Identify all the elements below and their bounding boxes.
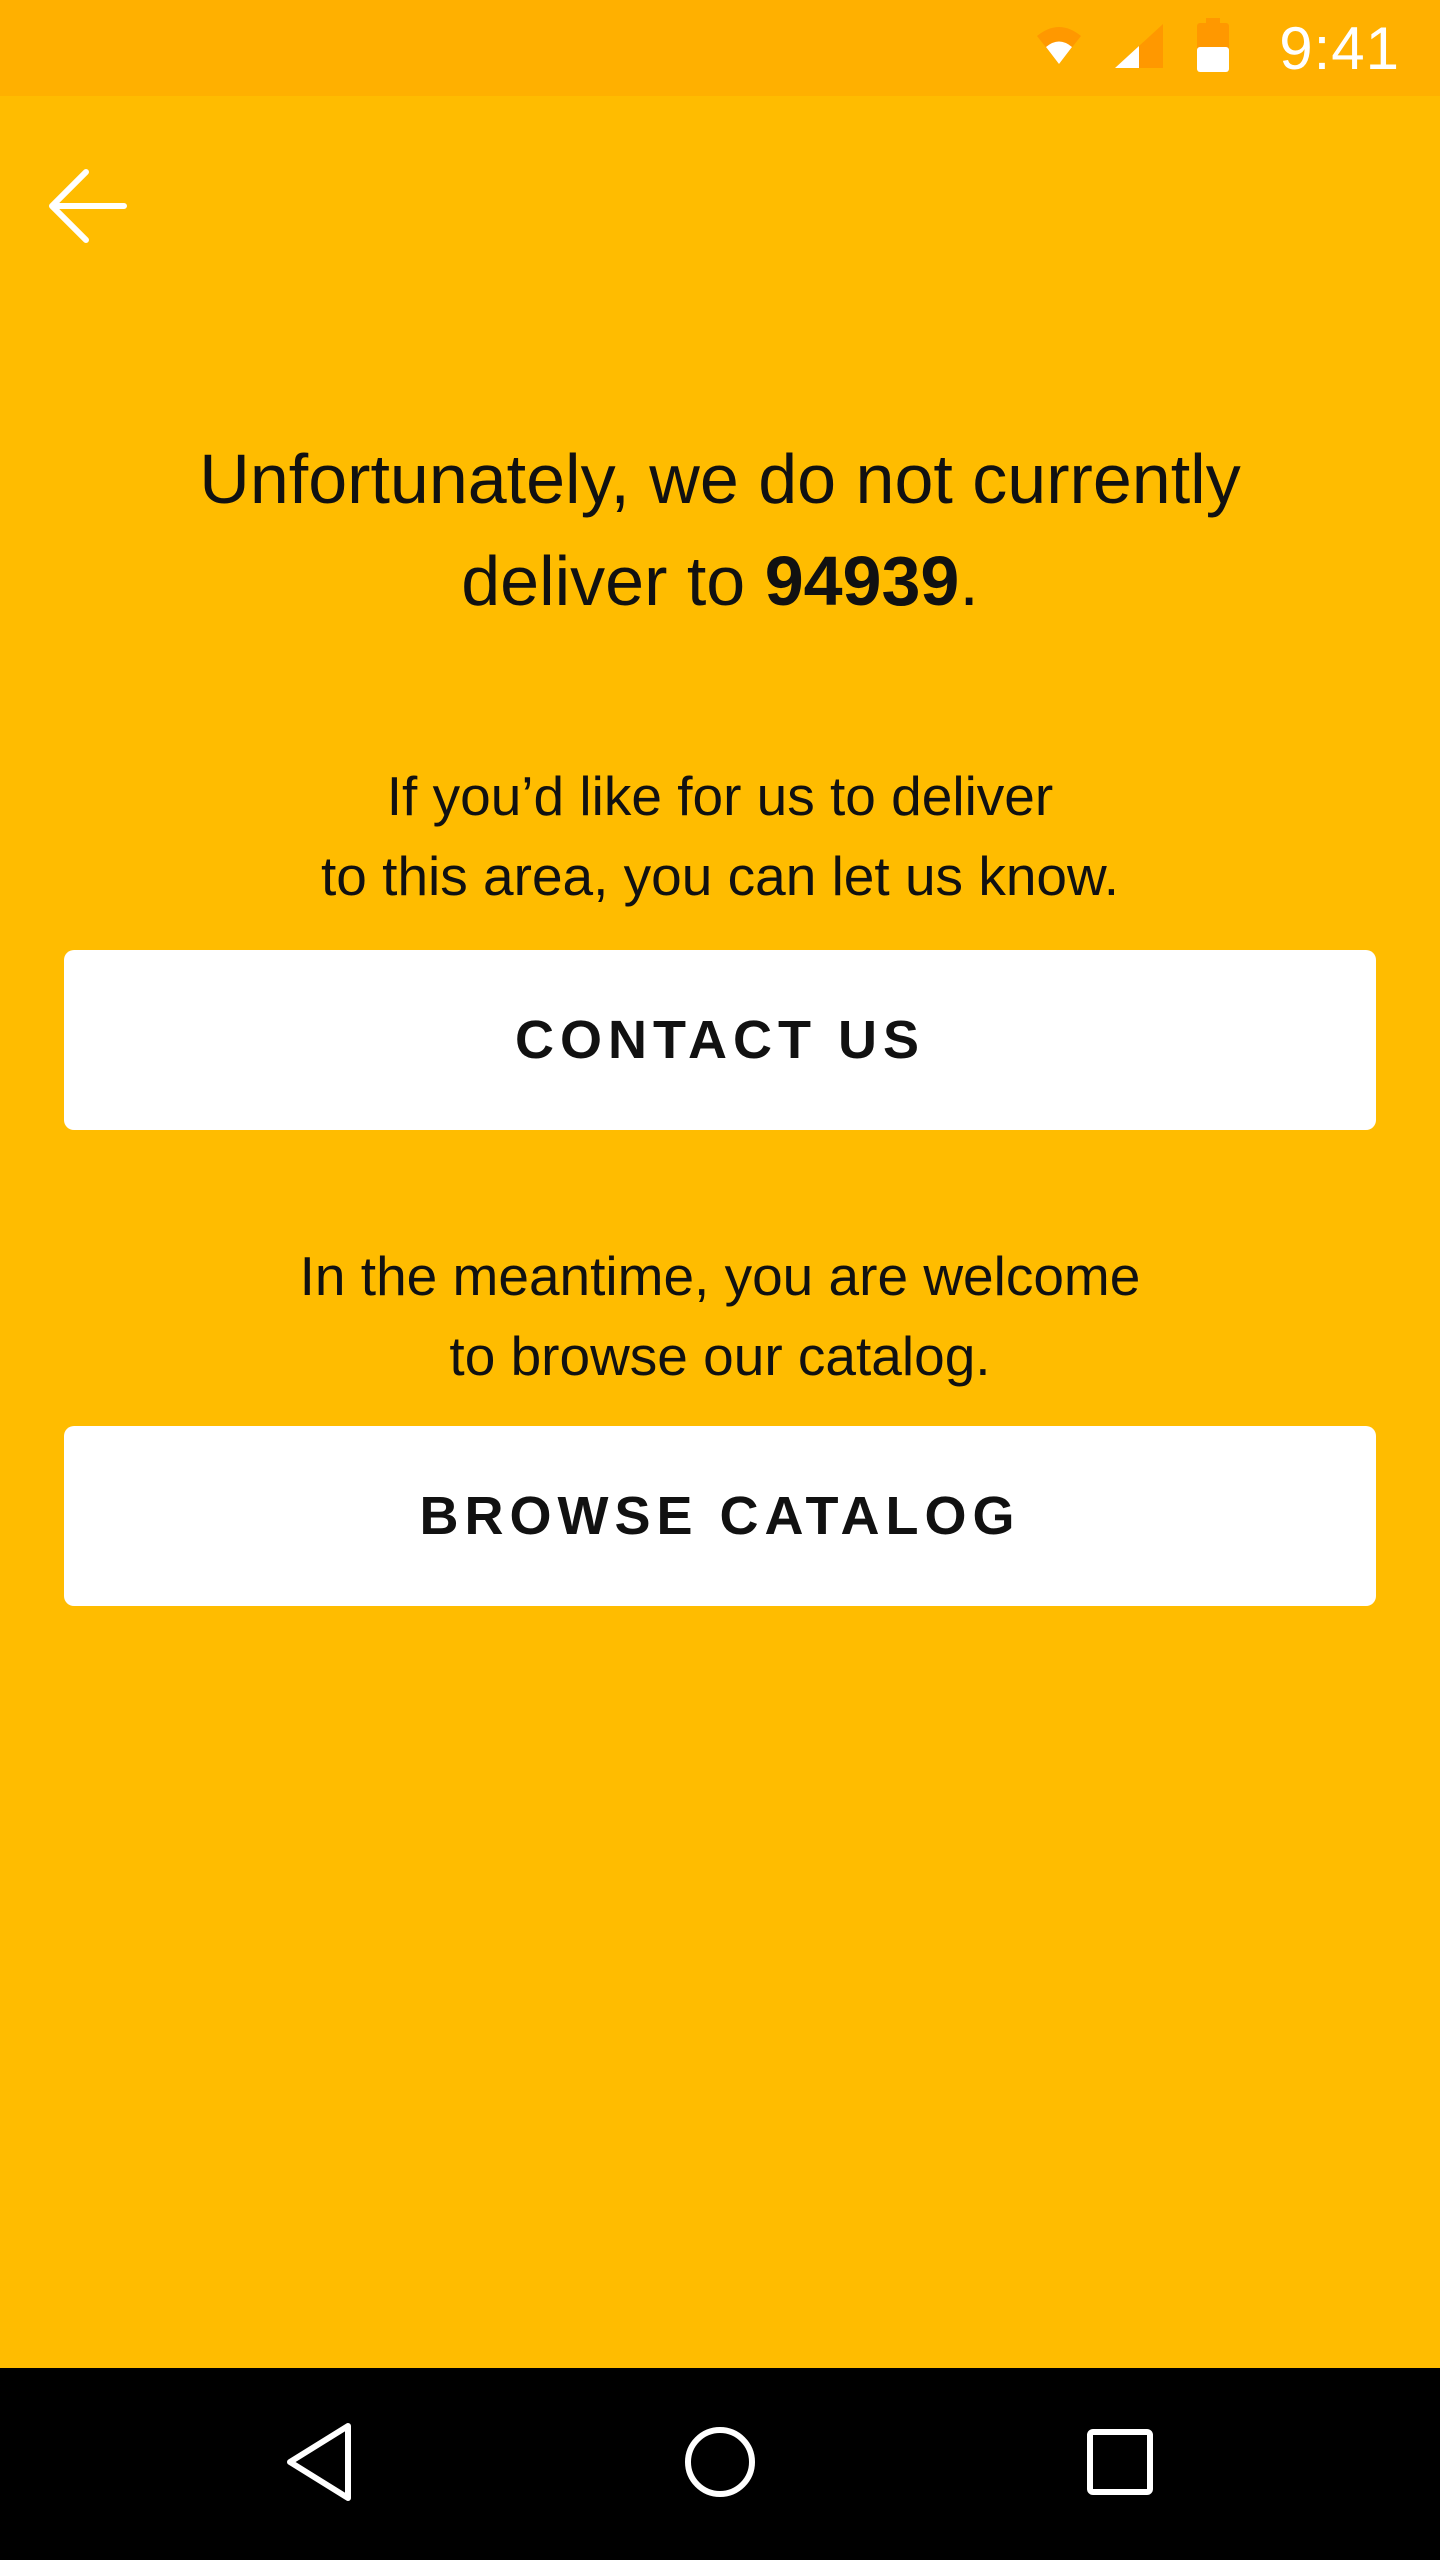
system-nav-bar	[0, 2368, 1440, 2560]
back-button[interactable]	[32, 152, 144, 264]
status-bar: 9:41	[0, 0, 1440, 96]
recent-apps-square-icon	[1084, 2426, 1156, 2503]
arrow-left-icon	[46, 164, 130, 253]
browse-prompt: In the meantime, you are welcome to brow…	[160, 1236, 1280, 1396]
headline-period: .	[959, 542, 979, 620]
nav-home-button[interactable]	[640, 2368, 800, 2560]
nav-back-button[interactable]	[240, 2368, 400, 2560]
zip-code: 94939	[764, 542, 960, 620]
contact-us-button[interactable]: CONTACT US	[64, 950, 1376, 1130]
wifi-icon	[1035, 22, 1083, 75]
browse-catalog-button[interactable]: BROWSE CATALOG	[64, 1426, 1376, 1606]
back-triangle-icon	[280, 2420, 360, 2509]
browse-prompt-line-2: to browse our catalog.	[449, 1325, 991, 1387]
contact-prompt-line-2: to this area, you can let us know.	[321, 845, 1119, 907]
status-icons: 9:41	[1035, 0, 1400, 96]
status-time: 9:41	[1279, 14, 1400, 82]
battery-icon	[1195, 17, 1231, 79]
headline-text: Unfortunately, we do not currently deliv…	[199, 440, 1241, 620]
browse-prompt-line-1: In the meantime, you are welcome	[299, 1245, 1141, 1307]
nav-recent-apps-button[interactable]	[1040, 2368, 1200, 2560]
contact-prompt: If you’d like for us to deliver to this …	[160, 756, 1280, 916]
home-circle-icon	[680, 2422, 760, 2507]
cellular-signal-icon	[1111, 22, 1167, 75]
contact-prompt-line-1: If you’d like for us to deliver	[386, 765, 1054, 827]
unavailable-headline: Unfortunately, we do not currently deliv…	[120, 428, 1320, 632]
